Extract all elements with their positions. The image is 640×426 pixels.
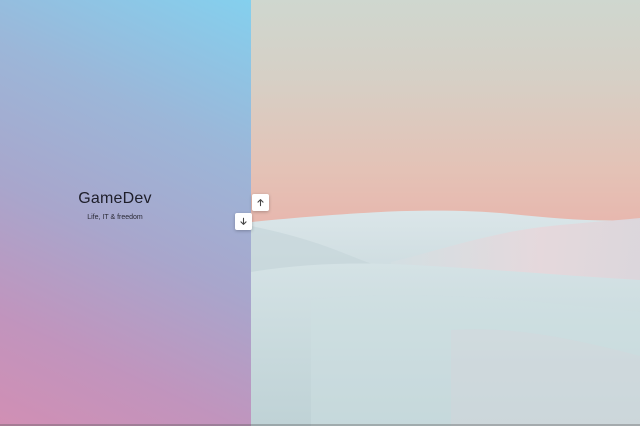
site-title[interactable]: GameDev bbox=[0, 190, 230, 208]
scroll-up-button[interactable] bbox=[252, 194, 269, 211]
scroll-down-button[interactable] bbox=[235, 213, 252, 230]
arrow-up-icon bbox=[257, 199, 264, 207]
brand-block: GameDev Life, IT & freedom bbox=[0, 190, 230, 221]
dunes-illustration bbox=[251, 210, 640, 426]
site-subtitle: Life, IT & freedom bbox=[87, 214, 143, 221]
left-gradient-panel: GameDev Life, IT & freedom bbox=[0, 0, 251, 426]
page: GameDev Life, IT & freedom bbox=[0, 0, 640, 426]
arrow-down-icon bbox=[240, 217, 247, 225]
hero-image bbox=[251, 0, 640, 426]
